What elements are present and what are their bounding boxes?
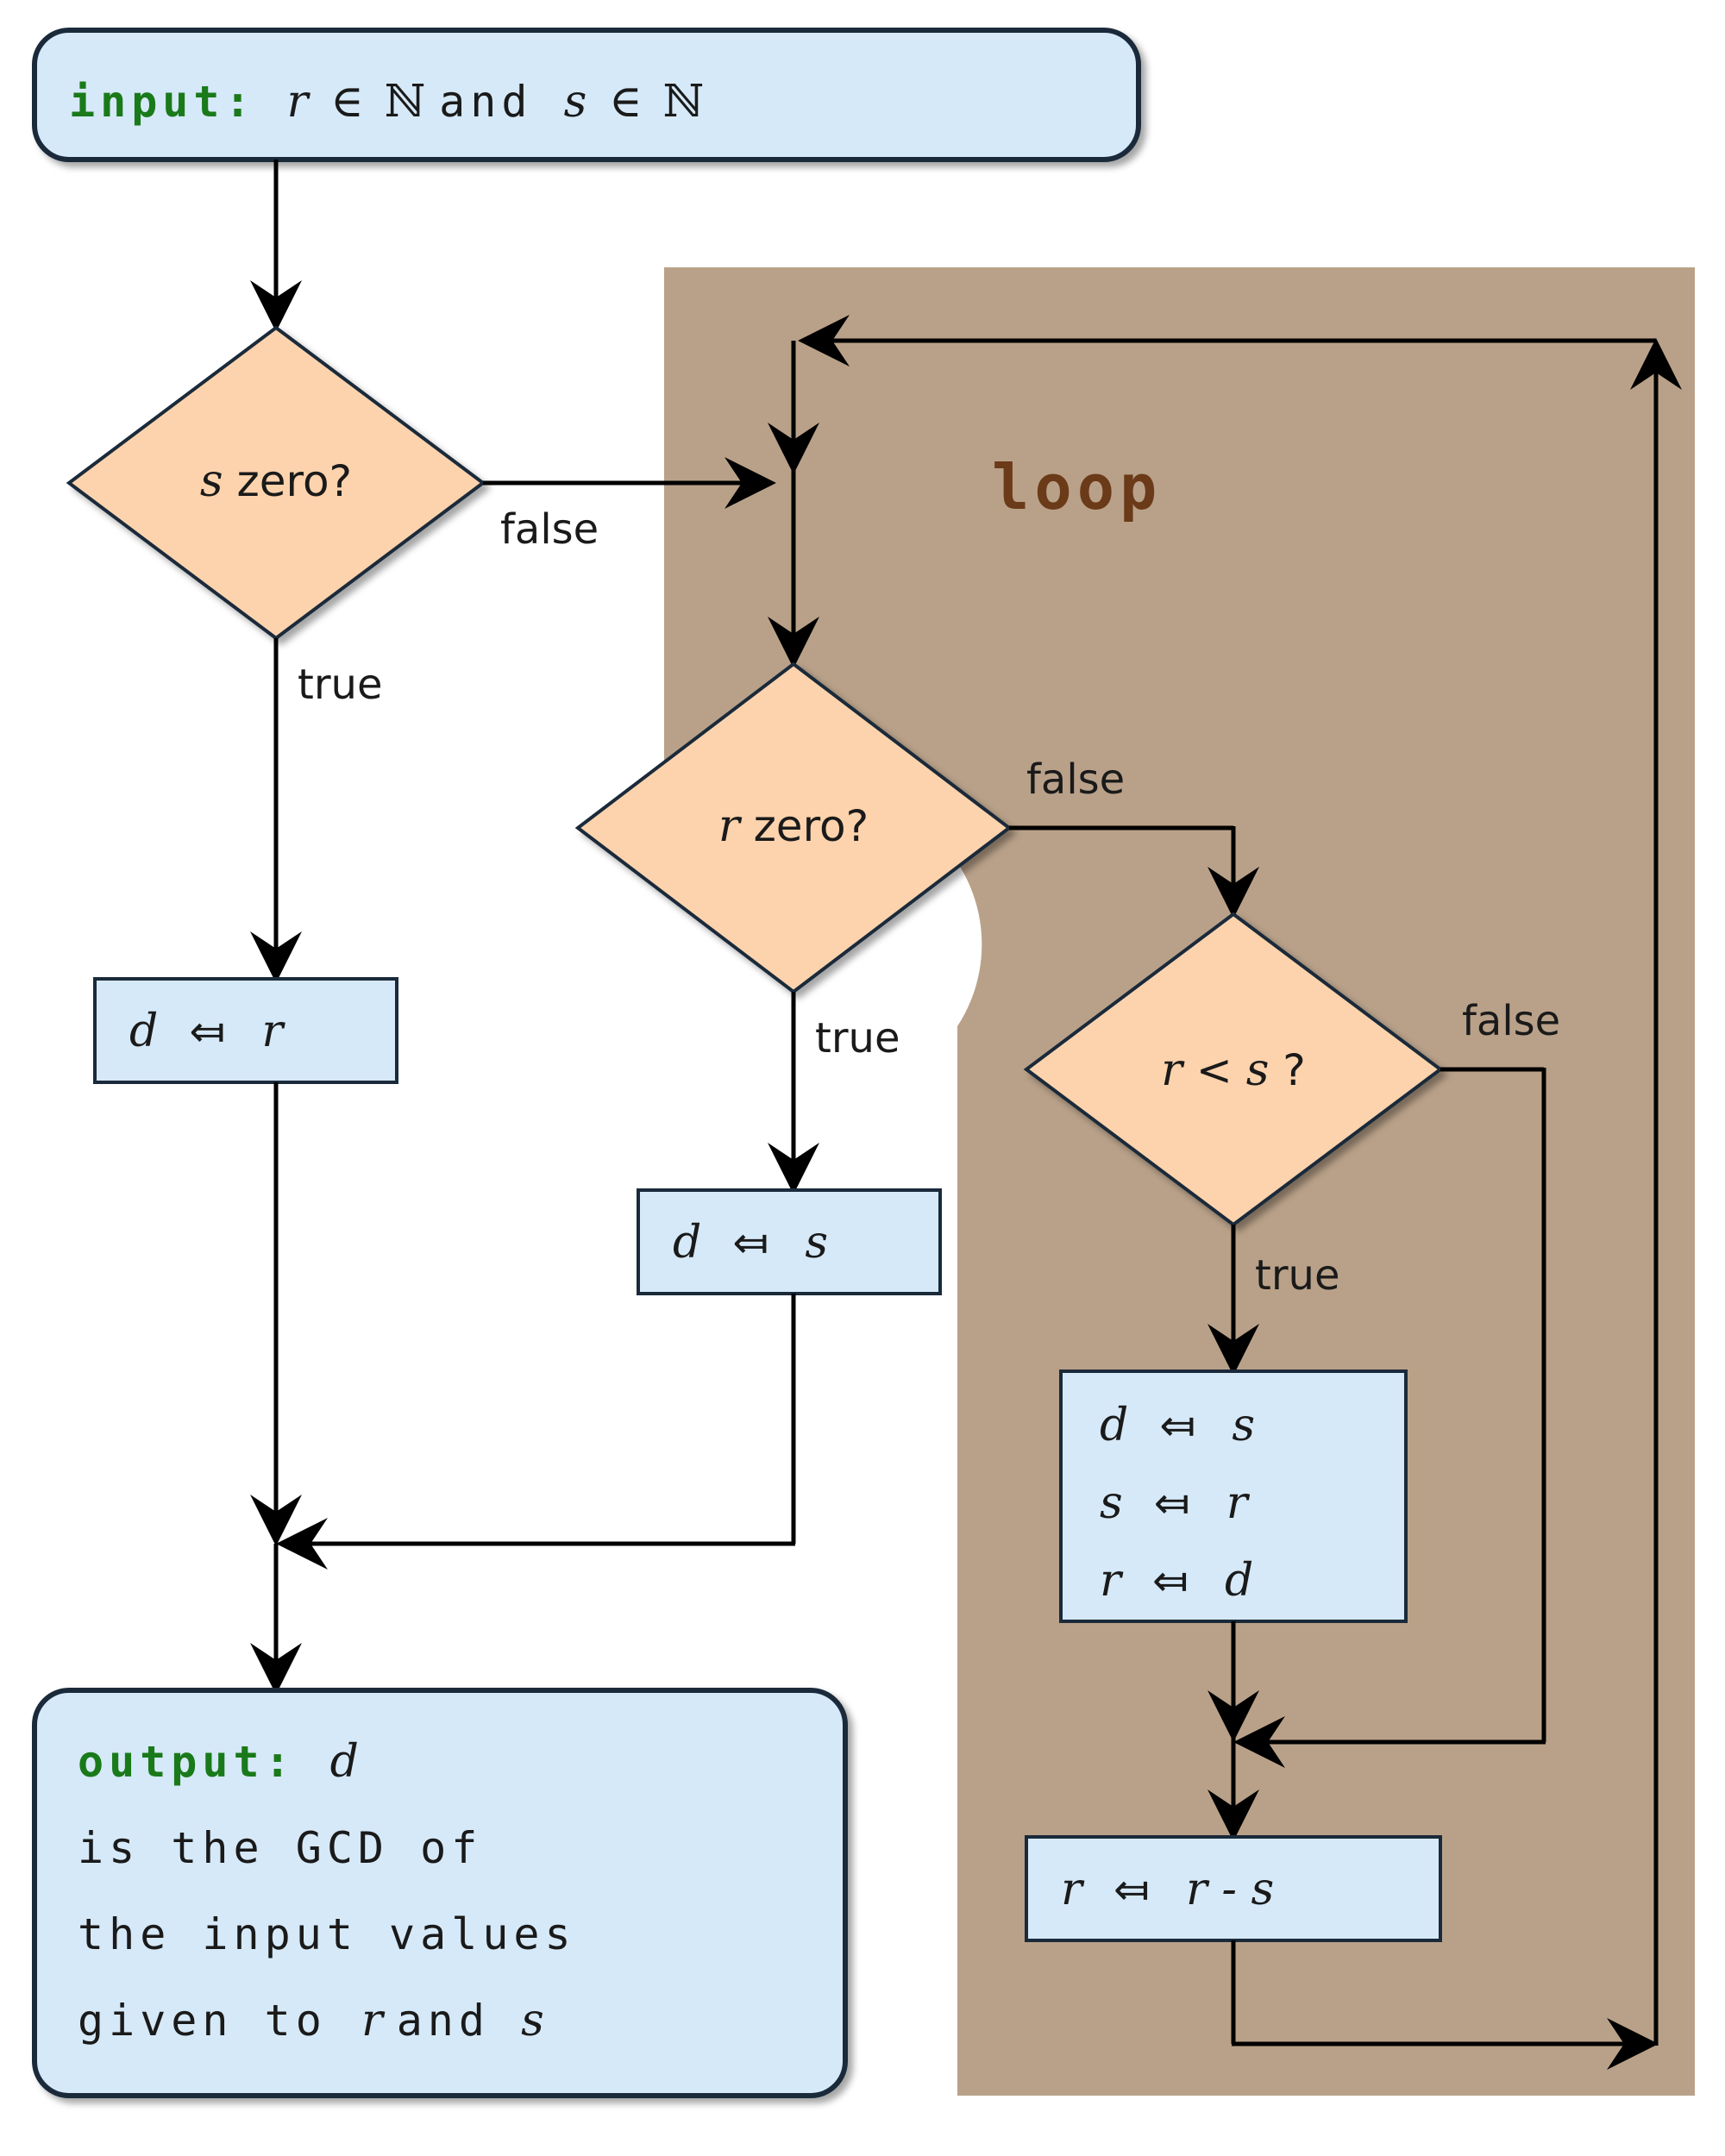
process-swap-line3: r ⤆ d xyxy=(1100,1555,1253,1607)
decision-s-zero-label: s zero? xyxy=(200,455,352,507)
label-szero-true: true xyxy=(298,661,383,709)
label-rzero-false: false xyxy=(1026,755,1125,804)
process-swap-line2: s ⤆ r xyxy=(1100,1477,1251,1529)
label-rzero-true: true xyxy=(815,1014,900,1062)
process-subtract-text: r ⤆ r - s xyxy=(1061,1864,1274,1915)
output-line3: given to r and s xyxy=(78,1995,544,2046)
output-line1: is the GCD of xyxy=(78,1823,482,1873)
process-d-assign-r-text: d ⤆ r xyxy=(129,1006,285,1057)
output-line2: the input values xyxy=(78,1909,576,1959)
process-d-assign-s-text: d ⤆ s xyxy=(673,1217,828,1269)
decision-r-lt-s-label: r < s ? xyxy=(1161,1044,1306,1096)
decision-r-zero-label: r zero? xyxy=(718,800,869,852)
label-rls-true: true xyxy=(1255,1251,1340,1300)
input-text: input: r ∈ ℕ and s ∈ ℕ xyxy=(69,76,704,128)
process-swap-line1: d ⤆ s xyxy=(1100,1400,1255,1451)
label-rls-false: false xyxy=(1462,997,1560,1045)
loop-label: loop xyxy=(992,451,1162,523)
label-szero-false: false xyxy=(500,505,599,554)
